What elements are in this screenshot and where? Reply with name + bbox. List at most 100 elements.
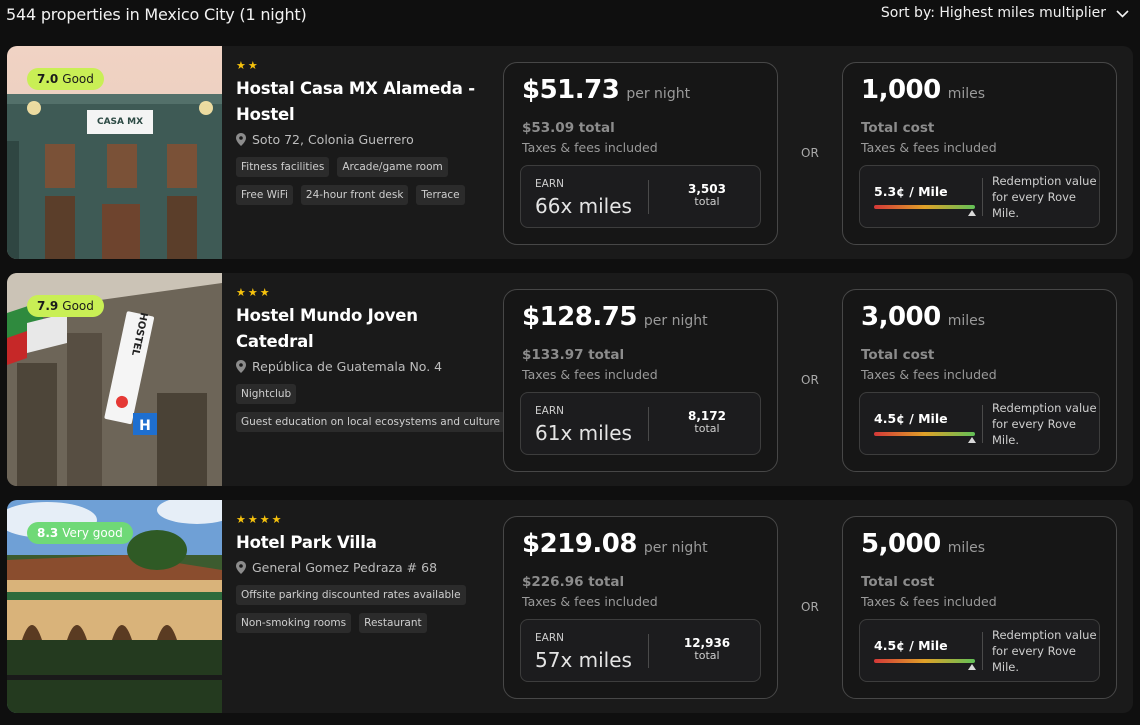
price-total: $226.96 total (522, 574, 625, 590)
or-separator: OR (801, 146, 819, 160)
earn-total-number: 12,936 (683, 636, 731, 650)
price-total: $133.97 total (522, 347, 625, 363)
amenity-chip: Offsite parking discounted rates availab… (236, 585, 466, 605)
rating-score: 7.0 (37, 72, 59, 86)
earn-label: EARN (535, 178, 564, 190)
earn-multiplier: 66x miles (535, 194, 632, 218)
taxes-note: Taxes & fees included (522, 140, 658, 155)
star-rating: ★ ★ ★ (236, 287, 496, 299)
star-icon: ★ (236, 59, 246, 72)
miles-price-option[interactable]: 5,000 miles Total cost Taxes & fees incl… (842, 516, 1117, 699)
sort-label: Sort by: Highest miles multiplier (880, 5, 1106, 21)
hotel-photo[interactable]: 8.3 Very good (7, 500, 222, 713)
miles-cost: 5,000 (861, 529, 941, 559)
amenity-chip: Restaurant (359, 613, 427, 633)
miles-cost: 1,000 (861, 75, 941, 105)
cash-price-option[interactable]: $219.08 per night $226.96 total Taxes & … (503, 516, 778, 699)
divider (648, 180, 649, 214)
svg-text:H: H (139, 418, 151, 434)
star-icon: ★ (259, 286, 270, 299)
rating-label: Good (62, 72, 94, 86)
star-icon: ★ (259, 513, 270, 526)
star-icon: ★ (236, 286, 246, 299)
earn-multiplier: 57x miles (535, 648, 632, 672)
rating-badge: 7.0 Good (27, 68, 104, 90)
results-count: 544 properties in Mexico City (1 night) (6, 5, 307, 24)
redemption-marker (967, 437, 976, 443)
redemption-panel: 5.3¢ / Mile Redemption value for every R… (859, 165, 1100, 228)
redemption-rate: 4.5¢ / Mile (874, 411, 948, 426)
rating-score: 7.9 (37, 299, 59, 313)
hotel-card[interactable]: CASA MX 7.0 Good ★ ★ Hostal Casa MX Alam… (7, 46, 1133, 259)
hotel-photo[interactable]: HOSTEL H 7.9 Good (7, 273, 222, 486)
earn-total-label: total (694, 195, 720, 208)
amenity-chip: Terrace (416, 185, 465, 205)
hotel-card[interactable]: HOSTEL H 7.9 Good ★ ★ ★ Hostel Mundo Jov… (7, 273, 1133, 486)
hotel-name[interactable]: Hotel Park Villa (236, 530, 496, 556)
amenity-list: Fitness facilities Arcade/game room Free… (236, 157, 496, 205)
divider (982, 178, 983, 216)
or-separator: OR (801, 600, 819, 614)
price-per-night: $219.08 (522, 529, 637, 559)
earn-total: 8,172 total (667, 409, 747, 435)
earn-miles-panel: EARN 61x miles 8,172 total (520, 392, 761, 455)
star-rating: ★ ★ (236, 60, 496, 72)
earn-total-label: total (694, 649, 720, 662)
per-night-label: per night (643, 540, 708, 556)
earn-multiplier: 61x miles (535, 421, 632, 445)
price-per-night: $51.73 (522, 75, 620, 105)
location-pin-icon (236, 133, 246, 146)
taxes-note: Taxes & fees included (522, 594, 658, 609)
cash-price-option[interactable]: $51.73 per night $53.09 total Taxes & fe… (503, 62, 778, 245)
redemption-marker (967, 210, 976, 216)
hotel-name[interactable]: Hostal Casa MX Alameda - Hostel (236, 76, 496, 128)
miles-price-option[interactable]: 3,000 miles Total cost Taxes & fees incl… (842, 289, 1117, 472)
hotel-address: República de Guatemala No. 4 (236, 359, 496, 374)
cash-price-option[interactable]: $128.75 per night $133.97 total Taxes & … (503, 289, 778, 472)
star-icon: ★ (247, 286, 258, 299)
amenity-chip: Non-smoking rooms (236, 613, 352, 633)
chevron-down-icon (1116, 7, 1129, 19)
rating-badge: 7.9 Good (27, 295, 104, 317)
star-icon: ★ (247, 513, 258, 526)
address-text: General Gomez Pedraza # 68 (252, 560, 438, 575)
amenity-chip: Nightclub (236, 384, 297, 404)
redemption-value-bar (874, 659, 975, 663)
star-icon: ★ (236, 513, 246, 526)
location-pin-icon (236, 561, 246, 574)
price-total: $53.09 total (522, 120, 615, 136)
earn-total: 12,936 total (667, 636, 747, 662)
star-rating: ★ ★ ★ ★ (236, 514, 496, 526)
results-header: 544 properties in Mexico City (1 night) … (0, 0, 1140, 34)
redemption-note: Redemption value for every Rove Mile. (992, 174, 1097, 220)
price-per-night: $128.75 (522, 302, 637, 332)
redemption-value-bar (874, 432, 975, 436)
hotel-card[interactable]: 8.3 Very good ★ ★ ★ ★ Hotel Park Villa G… (7, 500, 1133, 713)
taxes-note: Taxes & fees included (522, 367, 658, 382)
earn-total-number: 8,172 (688, 409, 726, 423)
redemption-value-bar (874, 205, 975, 209)
miles-unit: miles (947, 540, 986, 556)
amenity-chip: Free WiFi (236, 185, 293, 205)
or-separator: OR (801, 373, 819, 387)
earn-miles-panel: EARN 66x miles 3,503 total (520, 165, 761, 228)
amenity-list: Nightclub Guest education on local ecosy… (236, 384, 506, 432)
earn-label: EARN (535, 405, 564, 417)
hotel-name[interactable]: Hostel Mundo Joven Catedral (236, 303, 496, 355)
redemption-rate: 4.5¢ / Mile (874, 638, 948, 653)
redemption-panel: 4.5¢ / Mile Redemption value for every R… (859, 392, 1100, 455)
miles-price-option[interactable]: 1,000 miles Total cost Taxes & fees incl… (842, 62, 1117, 245)
hotel-info: ★ ★ Hostal Casa MX Alameda - Hostel Soto… (236, 60, 496, 205)
per-night-label: per night (626, 86, 691, 102)
star-icon: ★ (247, 59, 258, 72)
redemption-panel: 4.5¢ / Mile Redemption value for every R… (859, 619, 1100, 682)
hotel-photo[interactable]: CASA MX 7.0 Good (7, 46, 222, 259)
hotel-info: ★ ★ ★ ★ Hotel Park Villa General Gomez P… (236, 514, 496, 633)
amenity-chip: Guest education on local ecosystems and … (236, 412, 506, 432)
amenity-list: Offsite parking discounted rates availab… (236, 585, 496, 633)
earn-label: EARN (535, 632, 564, 644)
earn-total: 3,503 total (667, 182, 747, 208)
redemption-note: Redemption value for every Rove Mile. (992, 628, 1097, 674)
miles-unit: miles (947, 313, 986, 329)
sort-dropdown[interactable]: Sort by: Highest miles multiplier (880, 5, 1129, 21)
